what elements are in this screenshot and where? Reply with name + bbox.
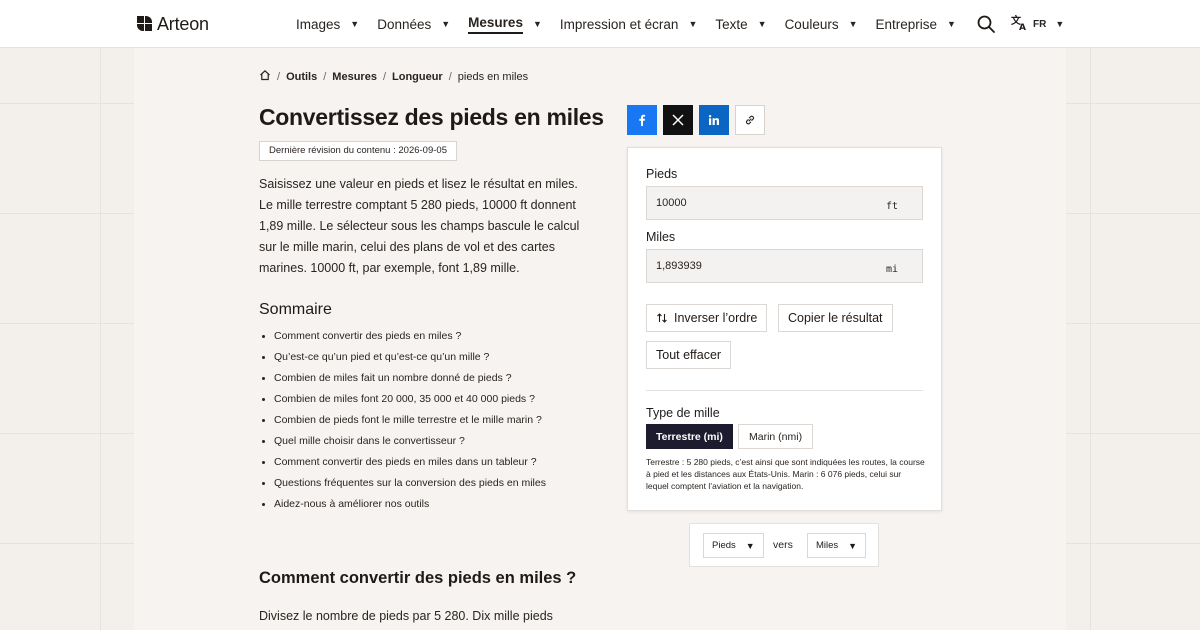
nav-item-entreprise[interactable]: Entreprise ▼ (876, 0, 956, 48)
caret-down-icon: ▼ (848, 19, 858, 29)
nav-item-texte[interactable]: Texte ▼ (715, 0, 766, 48)
page-title: Convertissez des pieds en miles (259, 104, 604, 130)
mile-type-label: Type de mille (646, 406, 720, 420)
share-linkedin-button[interactable] (699, 105, 729, 135)
site-header: Arteon Images ▼ Données ▼ Mesures ▼ Impr… (0, 0, 1200, 48)
link-icon (745, 115, 755, 125)
x-icon (672, 114, 684, 126)
translate-icon: 文 A (1011, 14, 1028, 34)
share-facebook-button[interactable] (627, 105, 657, 135)
swap-button-label: Inverser l’ordre (674, 311, 758, 325)
revision-badge: Dernière révision du contenu : 2026-09-0… (259, 141, 457, 161)
section-heading: Comment convertir des pieds en miles ? (259, 569, 577, 587)
clear-all-button[interactable]: Tout effacer (646, 341, 732, 369)
to-unit-value: Miles (816, 540, 839, 551)
section-paragraph: Divisez le nombre de pieds par 5 280. Di… (259, 609, 553, 623)
breadcrumb: / Outils / Mesures / Longueur / pieds en… (259, 69, 528, 84)
content-page: / Outils / Mesures / Longueur / pieds en… (134, 48, 1066, 630)
miles-output-value: 1,893939 (656, 260, 702, 272)
swap-button[interactable]: Inverser l’ordre (646, 304, 768, 332)
linkedin-icon (708, 115, 719, 125)
copy-link-button[interactable] (735, 105, 765, 135)
language-code: FR (1033, 18, 1047, 30)
breadcrumb-separator: / (277, 70, 281, 83)
feet-input-value: 10000 (656, 197, 687, 209)
toc-link[interactable]: Qu’est-ce qu’un pied et qu’est-ce qu’un … (274, 350, 546, 371)
toc-link[interactable]: Combien de miles fait un nombre donné de… (274, 371, 546, 392)
miles-unit: mi (885, 264, 898, 275)
swap-icon (656, 312, 668, 324)
from-unit-value: Pieds (712, 540, 736, 551)
facebook-icon (639, 114, 646, 126)
language-selector[interactable]: 文 A FR ▼ (1011, 14, 1064, 34)
nav-item-label: Couleurs (784, 16, 839, 32)
nav-item-label: Mesures (468, 15, 523, 34)
mile-type-note: Terrestre : 5 280 pieds, c’est ainsi que… (646, 457, 925, 491)
toc-link[interactable]: Combien de pieds font le mille terrestre… (274, 413, 546, 434)
caret-down-icon: ▼ (688, 19, 698, 29)
caret-down-icon: ▼ (441, 19, 451, 29)
breadcrumb-current: pieds en miles (457, 70, 529, 83)
nav-item-label: Texte (715, 16, 748, 32)
intro-paragraph: Saisissez une valeur en pieds et lisez l… (259, 177, 580, 275)
unit-pair-connector: vers (773, 539, 793, 551)
from-unit-select[interactable]: Pieds ▼ (703, 533, 764, 558)
nav-item-impression[interactable]: Impression et écran ▼ (560, 0, 697, 48)
toc-link[interactable]: Quel mille choisir dans le convertisseur… (274, 434, 546, 455)
nav-item-label: Données (377, 16, 432, 32)
feet-input[interactable]: 10000 ft (646, 186, 923, 220)
toc-link[interactable]: Aidez-nous à améliorer nos outils (274, 497, 546, 518)
mile-type-nautical-button[interactable]: Marin (nmi) (738, 424, 814, 449)
breadcrumb-item-outils[interactable]: Outils (286, 71, 317, 83)
toc-link[interactable]: Comment convertir des pieds en miles dan… (274, 455, 546, 476)
breadcrumb-separator: / (382, 70, 386, 83)
copy-result-label: Copier le résultat (788, 311, 883, 325)
toc-title: Sommaire (259, 301, 332, 318)
clear-all-label: Tout effacer (656, 348, 722, 362)
nav-item-label: Images (296, 16, 341, 32)
toc-link[interactable]: Questions fréquentes sur la conversion d… (274, 476, 546, 497)
brand-mark-icon (137, 16, 153, 32)
divider (646, 390, 923, 391)
caret-down-icon: ▼ (1055, 19, 1065, 29)
nav-item-label: Impression et écran (559, 16, 679, 32)
search-icon[interactable] (976, 14, 996, 34)
unit-pair-selector: Pieds ▼ vers Miles ▼ (689, 523, 879, 567)
nav-item-images[interactable]: Images ▼ (296, 0, 359, 48)
from-field-label: Pieds (646, 167, 678, 181)
copy-result-button[interactable]: Copier le résultat (778, 304, 893, 332)
breadcrumb-item-mesures[interactable]: Mesures (332, 71, 377, 83)
toc-link[interactable]: Comment convertir des pieds en miles ? (274, 329, 546, 350)
breadcrumb-separator: / (448, 70, 452, 83)
home-icon[interactable] (259, 69, 271, 84)
to-field-label: Miles (646, 230, 676, 244)
breadcrumb-separator: / (323, 70, 327, 83)
caret-down-icon: ▼ (848, 540, 858, 551)
toc-link[interactable]: Combien de miles font 20 000, 35 000 et … (274, 392, 546, 413)
mile-type-statute-button[interactable]: Terrestre (mi) (646, 424, 733, 449)
svg-text:A: A (1019, 23, 1026, 31)
to-unit-select[interactable]: Miles ▼ (807, 533, 867, 558)
share-x-button[interactable] (663, 105, 693, 135)
table-of-contents: Comment convertir des pieds en miles ? Q… (274, 329, 546, 518)
converter-card: Pieds 10000 ft Miles 1,893939 mi Inverse… (627, 147, 942, 511)
feet-unit: ft (885, 201, 898, 212)
brand-name: Arteon (157, 14, 209, 34)
nav-item-label: Entreprise (875, 16, 938, 32)
nav-item-couleurs[interactable]: Couleurs ▼ (785, 0, 858, 48)
nav-item-mesures[interactable]: Mesures ▼ (468, 0, 542, 48)
caret-down-icon: ▼ (532, 19, 542, 29)
brand-logo[interactable]: Arteon (137, 14, 209, 34)
main-nav: Images ▼ Données ▼ Mesures ▼ Impression … (296, 0, 974, 48)
caret-down-icon: ▼ (350, 19, 360, 29)
caret-down-icon: ▼ (757, 19, 767, 29)
breadcrumb-item-longueur[interactable]: Longueur (392, 71, 443, 83)
miles-output[interactable]: 1,893939 mi (646, 249, 923, 283)
caret-down-icon: ▼ (947, 19, 956, 29)
nav-item-donnees[interactable]: Données ▼ (377, 0, 450, 48)
caret-down-icon: ▼ (745, 540, 755, 551)
